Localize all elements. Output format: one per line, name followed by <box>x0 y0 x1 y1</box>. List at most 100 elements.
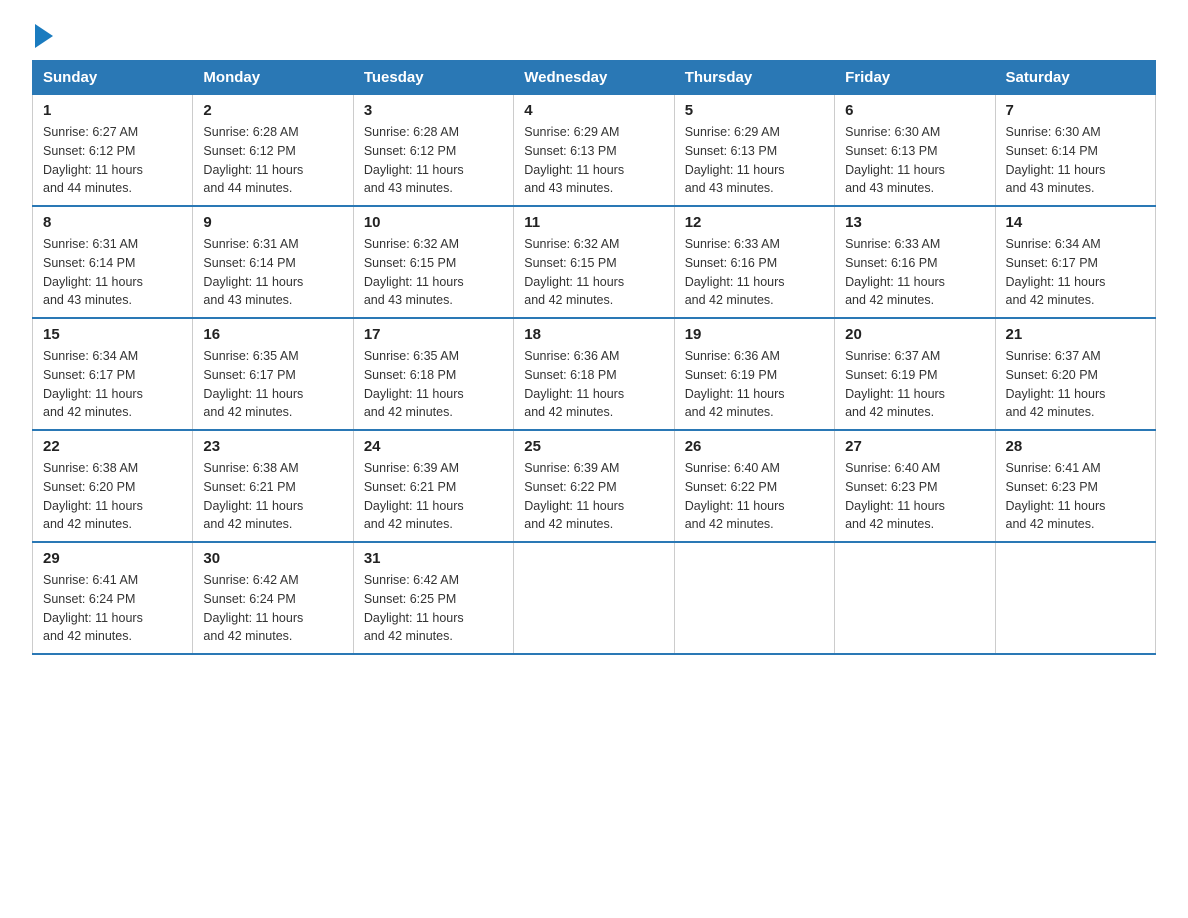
day-number: 21 <box>1006 326 1145 343</box>
day-cell: 14 Sunrise: 6:34 AM Sunset: 6:17 PM Dayl… <box>995 206 1155 318</box>
day-info: Sunrise: 6:41 AM Sunset: 6:23 PM Dayligh… <box>1006 459 1145 534</box>
day-info: Sunrise: 6:34 AM Sunset: 6:17 PM Dayligh… <box>1006 235 1145 310</box>
day-cell: 16 Sunrise: 6:35 AM Sunset: 6:17 PM Dayl… <box>193 318 353 430</box>
logo <box>32 24 53 44</box>
header-cell-sunday: Sunday <box>33 61 193 95</box>
day-cell: 30 Sunrise: 6:42 AM Sunset: 6:24 PM Dayl… <box>193 542 353 654</box>
day-number: 12 <box>685 214 824 231</box>
day-info: Sunrise: 6:32 AM Sunset: 6:15 PM Dayligh… <box>524 235 663 310</box>
day-number: 2 <box>203 102 342 119</box>
day-cell <box>995 542 1155 654</box>
day-number: 19 <box>685 326 824 343</box>
day-info: Sunrise: 6:28 AM Sunset: 6:12 PM Dayligh… <box>203 123 342 198</box>
day-info: Sunrise: 6:42 AM Sunset: 6:25 PM Dayligh… <box>364 571 503 646</box>
week-row-2: 8 Sunrise: 6:31 AM Sunset: 6:14 PM Dayli… <box>33 206 1156 318</box>
day-number: 26 <box>685 438 824 455</box>
day-cell <box>835 542 995 654</box>
day-number: 25 <box>524 438 663 455</box>
day-cell: 11 Sunrise: 6:32 AM Sunset: 6:15 PM Dayl… <box>514 206 674 318</box>
day-cell: 18 Sunrise: 6:36 AM Sunset: 6:18 PM Dayl… <box>514 318 674 430</box>
day-number: 5 <box>685 102 824 119</box>
week-row-3: 15 Sunrise: 6:34 AM Sunset: 6:17 PM Dayl… <box>33 318 1156 430</box>
day-number: 24 <box>364 438 503 455</box>
day-number: 1 <box>43 102 182 119</box>
day-cell: 20 Sunrise: 6:37 AM Sunset: 6:19 PM Dayl… <box>835 318 995 430</box>
logo-line1 <box>32 24 53 48</box>
day-cell: 3 Sunrise: 6:28 AM Sunset: 6:12 PM Dayli… <box>353 95 513 207</box>
day-cell: 26 Sunrise: 6:40 AM Sunset: 6:22 PM Dayl… <box>674 430 834 542</box>
day-cell <box>514 542 674 654</box>
day-number: 10 <box>364 214 503 231</box>
day-info: Sunrise: 6:36 AM Sunset: 6:18 PM Dayligh… <box>524 347 663 422</box>
day-number: 20 <box>845 326 984 343</box>
day-info: Sunrise: 6:33 AM Sunset: 6:16 PM Dayligh… <box>685 235 824 310</box>
day-cell: 6 Sunrise: 6:30 AM Sunset: 6:13 PM Dayli… <box>835 95 995 207</box>
day-cell: 17 Sunrise: 6:35 AM Sunset: 6:18 PM Dayl… <box>353 318 513 430</box>
day-number: 30 <box>203 550 342 567</box>
day-cell: 22 Sunrise: 6:38 AM Sunset: 6:20 PM Dayl… <box>33 430 193 542</box>
day-cell: 21 Sunrise: 6:37 AM Sunset: 6:20 PM Dayl… <box>995 318 1155 430</box>
day-number: 13 <box>845 214 984 231</box>
day-cell: 1 Sunrise: 6:27 AM Sunset: 6:12 PM Dayli… <box>33 95 193 207</box>
day-cell: 4 Sunrise: 6:29 AM Sunset: 6:13 PM Dayli… <box>514 95 674 207</box>
day-info: Sunrise: 6:32 AM Sunset: 6:15 PM Dayligh… <box>364 235 503 310</box>
day-number: 7 <box>1006 102 1145 119</box>
day-info: Sunrise: 6:36 AM Sunset: 6:19 PM Dayligh… <box>685 347 824 422</box>
week-row-5: 29 Sunrise: 6:41 AM Sunset: 6:24 PM Dayl… <box>33 542 1156 654</box>
day-info: Sunrise: 6:37 AM Sunset: 6:20 PM Dayligh… <box>1006 347 1145 422</box>
day-info: Sunrise: 6:29 AM Sunset: 6:13 PM Dayligh… <box>685 123 824 198</box>
week-row-1: 1 Sunrise: 6:27 AM Sunset: 6:12 PM Dayli… <box>33 95 1156 207</box>
day-cell: 13 Sunrise: 6:33 AM Sunset: 6:16 PM Dayl… <box>835 206 995 318</box>
header-cell-tuesday: Tuesday <box>353 61 513 95</box>
day-info: Sunrise: 6:35 AM Sunset: 6:17 PM Dayligh… <box>203 347 342 422</box>
header-cell-wednesday: Wednesday <box>514 61 674 95</box>
day-cell: 10 Sunrise: 6:32 AM Sunset: 6:15 PM Dayl… <box>353 206 513 318</box>
day-info: Sunrise: 6:42 AM Sunset: 6:24 PM Dayligh… <box>203 571 342 646</box>
day-cell: 8 Sunrise: 6:31 AM Sunset: 6:14 PM Dayli… <box>33 206 193 318</box>
day-cell: 7 Sunrise: 6:30 AM Sunset: 6:14 PM Dayli… <box>995 95 1155 207</box>
day-cell: 5 Sunrise: 6:29 AM Sunset: 6:13 PM Dayli… <box>674 95 834 207</box>
week-row-4: 22 Sunrise: 6:38 AM Sunset: 6:20 PM Dayl… <box>33 430 1156 542</box>
day-number: 11 <box>524 214 663 231</box>
calendar-table: SundayMondayTuesdayWednesdayThursdayFrid… <box>32 60 1156 655</box>
day-info: Sunrise: 6:30 AM Sunset: 6:14 PM Dayligh… <box>1006 123 1145 198</box>
day-info: Sunrise: 6:39 AM Sunset: 6:22 PM Dayligh… <box>524 459 663 534</box>
day-info: Sunrise: 6:27 AM Sunset: 6:12 PM Dayligh… <box>43 123 182 198</box>
day-cell: 23 Sunrise: 6:38 AM Sunset: 6:21 PM Dayl… <box>193 430 353 542</box>
day-number: 4 <box>524 102 663 119</box>
day-number: 6 <box>845 102 984 119</box>
day-info: Sunrise: 6:37 AM Sunset: 6:19 PM Dayligh… <box>845 347 984 422</box>
day-cell: 27 Sunrise: 6:40 AM Sunset: 6:23 PM Dayl… <box>835 430 995 542</box>
day-cell: 15 Sunrise: 6:34 AM Sunset: 6:17 PM Dayl… <box>33 318 193 430</box>
page-header <box>32 24 1156 44</box>
day-info: Sunrise: 6:38 AM Sunset: 6:20 PM Dayligh… <box>43 459 182 534</box>
day-info: Sunrise: 6:41 AM Sunset: 6:24 PM Dayligh… <box>43 571 182 646</box>
day-number: 29 <box>43 550 182 567</box>
day-info: Sunrise: 6:31 AM Sunset: 6:14 PM Dayligh… <box>43 235 182 310</box>
logo-triangle-icon <box>35 24 53 48</box>
day-number: 16 <box>203 326 342 343</box>
day-info: Sunrise: 6:31 AM Sunset: 6:14 PM Dayligh… <box>203 235 342 310</box>
day-info: Sunrise: 6:40 AM Sunset: 6:23 PM Dayligh… <box>845 459 984 534</box>
calendar-body: 1 Sunrise: 6:27 AM Sunset: 6:12 PM Dayli… <box>33 95 1156 655</box>
day-info: Sunrise: 6:29 AM Sunset: 6:13 PM Dayligh… <box>524 123 663 198</box>
day-info: Sunrise: 6:34 AM Sunset: 6:17 PM Dayligh… <box>43 347 182 422</box>
day-info: Sunrise: 6:38 AM Sunset: 6:21 PM Dayligh… <box>203 459 342 534</box>
calendar-header: SundayMondayTuesdayWednesdayThursdayFrid… <box>33 61 1156 95</box>
day-cell: 12 Sunrise: 6:33 AM Sunset: 6:16 PM Dayl… <box>674 206 834 318</box>
header-row: SundayMondayTuesdayWednesdayThursdayFrid… <box>33 61 1156 95</box>
day-info: Sunrise: 6:33 AM Sunset: 6:16 PM Dayligh… <box>845 235 984 310</box>
day-number: 3 <box>364 102 503 119</box>
day-info: Sunrise: 6:28 AM Sunset: 6:12 PM Dayligh… <box>364 123 503 198</box>
day-cell: 24 Sunrise: 6:39 AM Sunset: 6:21 PM Dayl… <box>353 430 513 542</box>
day-cell: 9 Sunrise: 6:31 AM Sunset: 6:14 PM Dayli… <box>193 206 353 318</box>
day-number: 14 <box>1006 214 1145 231</box>
day-cell: 28 Sunrise: 6:41 AM Sunset: 6:23 PM Dayl… <box>995 430 1155 542</box>
day-number: 15 <box>43 326 182 343</box>
day-number: 17 <box>364 326 503 343</box>
day-number: 22 <box>43 438 182 455</box>
day-number: 8 <box>43 214 182 231</box>
day-cell <box>674 542 834 654</box>
day-cell: 31 Sunrise: 6:42 AM Sunset: 6:25 PM Dayl… <box>353 542 513 654</box>
day-number: 18 <box>524 326 663 343</box>
